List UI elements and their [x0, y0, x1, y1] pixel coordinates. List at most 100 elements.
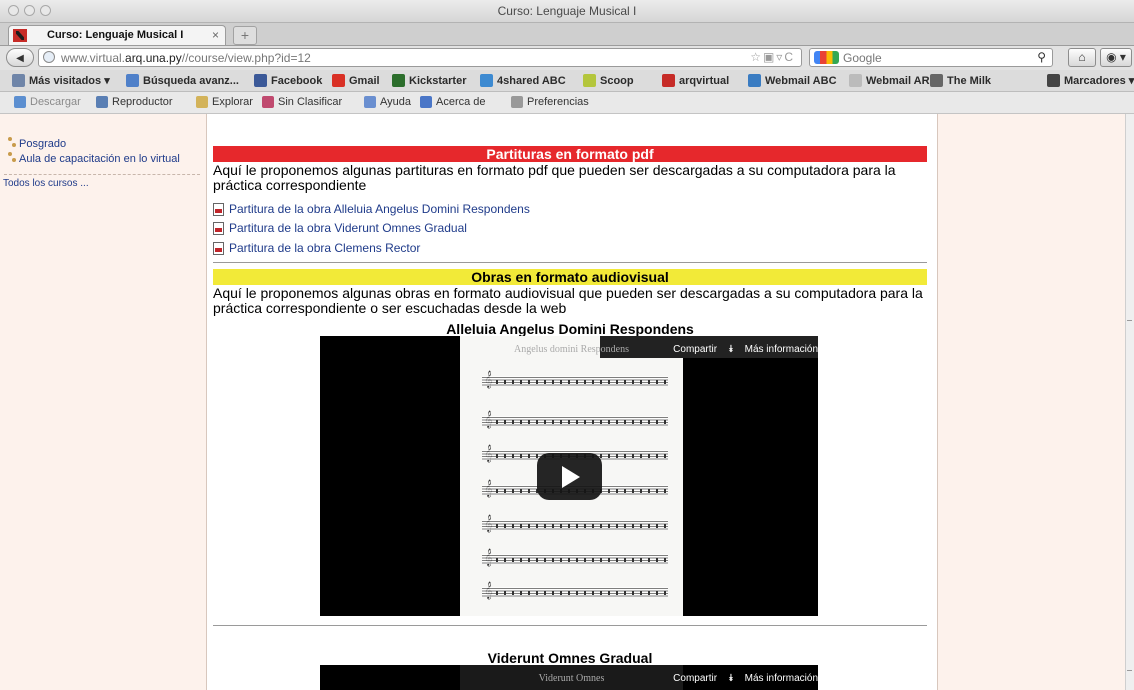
all-courses-link[interactable]: Todos los cursos ...: [3, 178, 89, 189]
rss-icon[interactable]: ▣: [763, 50, 776, 64]
bookmark-webmail-abc[interactable]: Webmail ABC: [748, 74, 837, 87]
bookmark-facebook[interactable]: Facebook: [254, 74, 322, 87]
pdf-link[interactable]: Partitura de la obra Alleluia Angelus Do…: [213, 202, 530, 216]
score-title: Angelus domini Respondens: [514, 344, 629, 355]
toolbar-acerca-de[interactable]: Acerca de: [420, 96, 486, 108]
home-icon[interactable]: ⌂: [1068, 48, 1096, 67]
milk-icon: [930, 74, 943, 87]
bookmark-kickstarter[interactable]: Kickstarter: [392, 74, 466, 87]
av-section-header: Obras en formato audiovisual: [213, 269, 927, 285]
help-icon: [364, 96, 376, 108]
score-notes: [496, 524, 666, 528]
pdf-file-icon: [213, 203, 224, 216]
section-divider: [213, 262, 927, 263]
score-notes: [496, 591, 666, 595]
bookmark-b-squeda-avanz[interactable]: Búsqueda avanz...: [126, 74, 239, 87]
sidebar-item-posgrado[interactable]: Posgrado: [8, 137, 66, 150]
window-titlebar: Curso: Lenguaje Musical I: [0, 0, 1134, 23]
reload-icon[interactable]: C: [784, 50, 795, 64]
sidebar-divider: [4, 174, 200, 175]
category-icon: [8, 152, 17, 163]
share-button[interactable]: Compartir ⯯: [665, 673, 734, 684]
toolbar-label: Reproductor: [112, 96, 173, 108]
bookmark-label: The Milk: [947, 75, 992, 87]
folder-icon: [12, 74, 25, 87]
about-icon: [420, 96, 432, 108]
toolbar-label: Ayuda: [380, 96, 411, 108]
video-score-frame: Viderunt Omnes: [460, 665, 683, 690]
more-info-button[interactable]: Más información: [745, 673, 818, 684]
toolbar-ayuda[interactable]: Ayuda: [364, 96, 411, 108]
pdf-file-icon: [213, 242, 224, 255]
player-icon: [96, 96, 108, 108]
bookmark-label: Scoop: [600, 75, 634, 87]
toolbar-preferencias[interactable]: Preferencias: [511, 96, 589, 108]
webmail-icon: [748, 74, 761, 87]
video-player[interactable]: Viderunt Omnes Compartir ⯯ Más informaci…: [320, 665, 818, 690]
url-bar[interactable]: www.virtual.arq.una.py//course/view.php?…: [38, 48, 802, 67]
url-text[interactable]: www.virtual.arq.una.py//course/view.php?…: [61, 51, 311, 65]
video-player[interactable]: Angelus domini Respondens 𝄞 𝄞 𝄞 𝄞 𝄞 𝄞 𝄞 …: [320, 336, 818, 616]
arqvirtual-icon: [662, 74, 675, 87]
bookmark-marcadores[interactable]: Marcadores ▾: [1047, 74, 1134, 87]
search-bar[interactable]: Google ⚲: [809, 48, 1053, 67]
toolbar-explorar[interactable]: Explorar: [196, 96, 253, 108]
bookmark-the-milk[interactable]: The Milk: [930, 74, 991, 87]
addon-button[interactable]: ◉ ▾: [1100, 48, 1132, 67]
globe-icon: [43, 51, 55, 63]
pdf-section-intro: Aquí le proponemos algunas partituras en…: [213, 162, 896, 193]
bookmarks-icon: [1047, 74, 1060, 87]
bookmark-scoop[interactable]: Scoop: [583, 74, 634, 87]
category-icon: [8, 137, 17, 148]
url-actions[interactable]: ☆▣▿C: [750, 50, 795, 64]
video-title: Alleluia Angelus Domini Respondens: [446, 321, 694, 337]
extension-toolbar: Descargar Reproductor Explorar Sin Clasific…: [0, 92, 1134, 114]
play-icon[interactable]: [537, 453, 602, 500]
pdf-link[interactable]: Partitura de la obra Viderunt Omnes Grad…: [213, 221, 467, 235]
facebook-icon: [254, 74, 267, 87]
bookmark-gmail[interactable]: Gmail: [332, 74, 380, 87]
webmail-icon: [849, 74, 862, 87]
download-icon: [14, 96, 26, 108]
scrollbar[interactable]: [1125, 114, 1134, 690]
bookmark-m-s-visitados[interactable]: Más visitados ▾: [12, 74, 110, 87]
tab-bar: Curso: Lenguaje Musical I × +: [0, 23, 1134, 46]
explore-icon: [196, 96, 208, 108]
share-arrow-icon: ⯯: [727, 673, 734, 684]
window-title: Curso: Lenguaje Musical I: [497, 4, 637, 18]
bookmark-webmail-arq[interactable]: Webmail ARQ: [849, 74, 938, 87]
toolbar-descargar[interactable]: Descargar: [14, 96, 81, 108]
bookmark-label: Gmail: [349, 75, 380, 87]
toolbar-reproductor[interactable]: Reproductor: [96, 96, 173, 108]
bookmark-arqvirtual[interactable]: arqvirtual: [662, 74, 729, 87]
pdf-file-icon: [213, 222, 224, 235]
video-title: Viderunt Omnes Gradual: [487, 650, 653, 666]
pdf-link[interactable]: Partitura de la obra Clemens Rector: [213, 241, 420, 255]
tab-active[interactable]: Curso: Lenguaje Musical I ×: [8, 25, 226, 45]
bookmark-4shared-abc[interactable]: 4shared ABC: [480, 74, 566, 87]
share-button[interactable]: Compartir ⯯: [665, 344, 734, 355]
google-engine-icon[interactable]: [814, 51, 839, 64]
kickstarter-icon: [392, 74, 405, 87]
tab-close-icon[interactable]: ×: [212, 28, 219, 42]
toolbar-label: Sin Clasificar: [278, 96, 343, 108]
bookmarks-bar: Más visitados ▾ Búsqueda avanz... Facebook…: [0, 70, 1134, 92]
toolbar-sin-clasificar[interactable]: Sin Clasificar: [262, 96, 342, 108]
score-notes: [496, 558, 666, 562]
left-sidebar: [0, 114, 207, 690]
toolbar-label: Preferencias: [527, 96, 589, 108]
more-info-button[interactable]: Más información: [745, 344, 818, 355]
gmail-icon: [332, 74, 345, 87]
sidebar-item-aula[interactable]: Aula de capacitación en lo virtual: [8, 152, 188, 165]
scoop-icon: [583, 74, 596, 87]
video-overlay-links: Compartir ⯯ Más información: [657, 673, 818, 684]
scrollbar-mark: [1127, 320, 1132, 321]
search-placeholder: Google: [843, 51, 882, 65]
new-tab-button[interactable]: +: [233, 26, 257, 45]
search-icon[interactable]: ⚲: [1037, 50, 1046, 64]
bookmark-label: Webmail ARQ: [866, 75, 939, 87]
bookmark-label: arqvirtual: [679, 75, 730, 87]
bookmark-star-icon[interactable]: ☆: [750, 50, 763, 64]
back-arrow-icon[interactable]: ◀: [6, 48, 34, 67]
tab-label: Curso: Lenguaje Musical I: [47, 29, 184, 41]
